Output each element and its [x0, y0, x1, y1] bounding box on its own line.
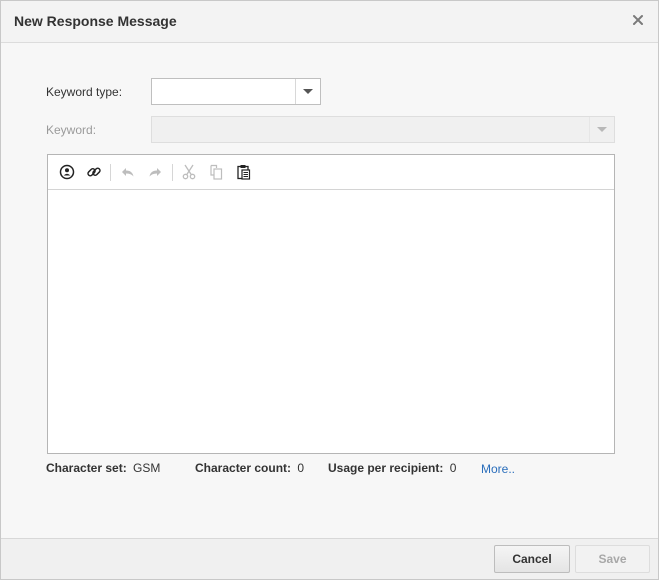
paste-icon[interactable] — [234, 162, 254, 182]
message-editor — [47, 154, 615, 454]
character-count-label: Character count: — [195, 461, 292, 475]
keyword-label: Keyword: — [46, 123, 97, 137]
character-count-value: 0 — [297, 461, 305, 475]
keyword-select[interactable] — [151, 116, 615, 143]
character-set-status: Character set: GSM — [46, 461, 160, 475]
character-set-value: GSM — [133, 461, 161, 475]
keyword-type-select[interactable] — [151, 78, 321, 105]
toolbar-separator — [172, 164, 173, 181]
keyword-dropdown-arrow[interactable] — [589, 117, 614, 142]
usage-per-recipient-label: Usage per recipient: — [328, 461, 444, 475]
chevron-down-icon — [303, 89, 313, 94]
keyword-type-label: Keyword type: — [46, 85, 123, 99]
cut-icon[interactable] — [179, 162, 199, 182]
cancel-button[interactable]: Cancel — [494, 545, 570, 573]
message-text-area[interactable] — [48, 190, 614, 453]
dialog-titlebar: New Response Message — [1, 1, 658, 43]
close-icon[interactable] — [630, 12, 646, 28]
usage-per-recipient-value: 0 — [449, 461, 457, 475]
link-icon[interactable] — [84, 162, 104, 182]
character-count-status: Character count: 0 — [195, 461, 304, 475]
insert-field-icon[interactable] — [57, 162, 77, 182]
usage-per-recipient-status: Usage per recipient: 0 — [328, 461, 456, 475]
save-button[interactable]: Save — [575, 545, 650, 573]
new-response-message-dialog: New Response Message Keyword type: Keywo… — [0, 0, 659, 580]
redo-icon[interactable] — [145, 162, 165, 182]
more-link[interactable]: More.. — [481, 462, 515, 476]
editor-toolbar — [48, 155, 614, 190]
undo-icon[interactable] — [118, 162, 138, 182]
chevron-down-icon — [597, 127, 607, 132]
keyword-type-dropdown-arrow[interactable] — [295, 79, 320, 104]
dialog-title: New Response Message — [14, 13, 177, 29]
copy-icon[interactable] — [206, 162, 226, 182]
dialog-footer: Cancel Save — [1, 538, 658, 579]
toolbar-separator — [110, 164, 111, 181]
character-set-label: Character set: — [46, 461, 127, 475]
